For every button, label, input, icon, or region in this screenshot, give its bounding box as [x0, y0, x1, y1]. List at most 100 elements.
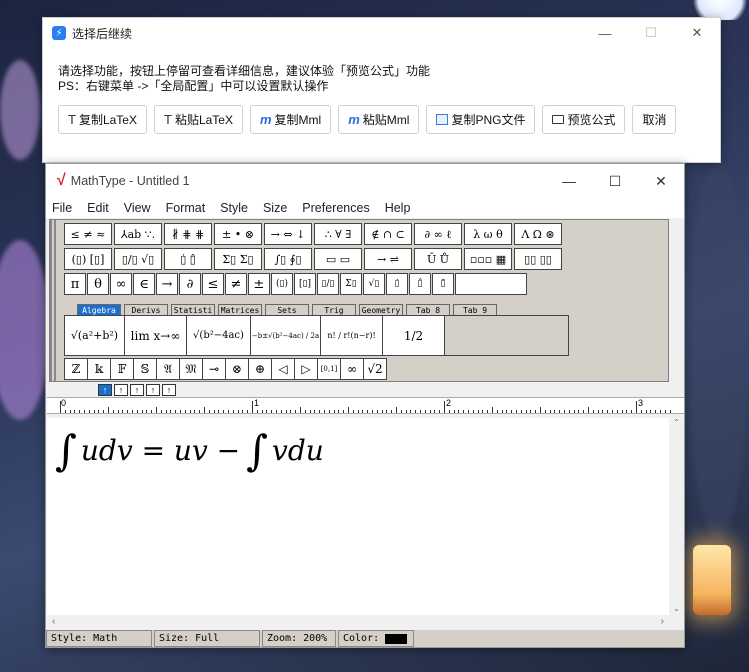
menu-style[interactable]: Style [220, 201, 248, 215]
multimap-symbol-button[interactable]: ⊸ [202, 358, 226, 380]
close-icon[interactable]: ✕ [674, 18, 720, 48]
superscript-template-button[interactable]: ▯̇ [386, 273, 408, 295]
sqrt-template-button[interactable]: √▯ [363, 273, 385, 295]
blackboard-f-symbol-button[interactable]: 𝔽 [110, 358, 134, 380]
summations-palette[interactable]: Σ▯ Σ▯ [214, 248, 262, 270]
copy-png-button[interactable]: 复制PNG文件 [426, 105, 536, 134]
tab-arrow-up-icon[interactable]: ↑ [130, 384, 144, 396]
paste-latex-button[interactable]: T 粘贴LaTeX [153, 105, 243, 134]
equation-content[interactable]: ∫ udv = uv − ∫ vdu [55, 426, 324, 475]
interval-symbol-button[interactable]: [0,1] [317, 358, 341, 380]
infinity-symbol-button[interactable]: ∞ [110, 273, 132, 295]
cancel-button[interactable]: 取消 [632, 105, 677, 134]
scripts-palette[interactable]: ▯̇ ▯̂ [164, 248, 212, 270]
template-quadratic-formula[interactable]: −b±√(b²−4ac) / 2a [251, 316, 321, 355]
embellishments-palette[interactable]: ∦ ⋕ ⋕ [164, 223, 212, 245]
fraktur-a-symbol-button[interactable]: 𝔄 [156, 358, 180, 380]
paste-mml-button[interactable]: m 粘贴Mml [338, 105, 420, 134]
fractions-radicals-palette[interactable]: ▯/▯ √▯ [114, 248, 162, 270]
left-triangle-symbol-button[interactable]: ◁ [271, 358, 295, 380]
maximize-icon[interactable]: ☐ [592, 164, 638, 198]
copy-mml-button[interactable]: m 复制Mml [249, 105, 332, 134]
scroll-down-icon[interactable]: ⌄ [669, 604, 684, 613]
equation-editor[interactable]: ∫ udv = uv − ∫ vdu [47, 418, 670, 615]
tab-arrow-up-icon[interactable]: ↑ [114, 384, 128, 396]
tab-arrow-up-icon[interactable]: ↑ [146, 384, 160, 396]
scroll-left-icon[interactable]: ‹ [52, 616, 55, 627]
ruler-tick [324, 410, 325, 413]
template-discriminant[interactable]: √(b²−4ac) [187, 316, 251, 355]
scroll-up-icon[interactable]: ⌃ [669, 418, 684, 427]
menu-format[interactable]: Format [166, 201, 206, 215]
set-theory-palette[interactable]: ∉ ∩ ⊂ [364, 223, 412, 245]
spaces-palette[interactable]: ⅄ab ∵. [114, 223, 162, 245]
right-arrow-symbol-button[interactable]: → [156, 273, 178, 295]
template-half[interactable]: 1/2 [383, 316, 445, 355]
tab-arrow-up-icon[interactable]: ↑ [162, 384, 176, 396]
misc-symbols-palette[interactable]: ∂ ∞ ℓ [414, 223, 462, 245]
sum-template-button[interactable]: Σ▯ [340, 273, 362, 295]
theta-symbol-button[interactable]: θ [87, 273, 109, 295]
sqrt2-symbol-button[interactable]: √2 [363, 358, 387, 380]
infinity-symbol-button[interactable]: ∞ [340, 358, 364, 380]
blackboard-k-symbol-button[interactable]: 𝕜 [87, 358, 111, 380]
leq-symbol-button[interactable]: ≤ [202, 273, 224, 295]
labeled-arrows-palette[interactable]: → ⇌ [364, 248, 412, 270]
ruler-tick [482, 410, 484, 413]
integrals-palette[interactable]: ∫▯ ∮▯ [264, 248, 312, 270]
ruler-tick [405, 410, 407, 413]
vertical-scrollbar[interactable]: ⌃ ⌄ [669, 418, 684, 615]
tab-arrow-up-icon[interactable]: ↑ [98, 384, 112, 396]
template-area: √(a²+b²) lim x→∞ √(b²−4ac) −b±√(b²−4ac) … [64, 315, 569, 356]
greek-lower-palette[interactable]: λ ω θ [464, 223, 512, 245]
arrows-palette[interactable]: → ⇔ ↓ [264, 223, 312, 245]
horizontal-scrollbar[interactable]: ‹ › [47, 615, 669, 630]
ruler-tick [204, 407, 205, 413]
pi-symbol-button[interactable]: π [64, 273, 86, 295]
choose-action-dialog: ⚡ 选择后继续 — ☐ ✕ 请选择功能，按钮上停留可查看详细信息，建议体验「预览… [42, 17, 721, 163]
close-icon[interactable]: ✕ [638, 164, 684, 198]
greek-upper-palette[interactable]: Λ Ω ⊛ [514, 223, 562, 245]
ruler-tick [372, 410, 373, 413]
matrices-palette[interactable]: ▫▫▫ ▦ [464, 248, 512, 270]
palette-drag-handle[interactable] [50, 220, 58, 381]
oplus-symbol-button[interactable]: ⊕ [248, 358, 272, 380]
menu-view[interactable]: View [124, 201, 151, 215]
right-triangle-symbol-button[interactable]: ▷ [294, 358, 318, 380]
relations-palette[interactable]: ≤ ≠ ≈ [64, 223, 112, 245]
preview-formula-button[interactable]: 预览公式 [542, 105, 626, 134]
menu-help[interactable]: Help [385, 201, 411, 215]
integers-symbol-button[interactable]: ℤ [64, 358, 88, 380]
element-of-symbol-button[interactable]: ∈ [133, 273, 155, 295]
neq-symbol-button[interactable]: ≠ [225, 273, 247, 295]
operators-palette[interactable]: ± • ⊗ [214, 223, 262, 245]
overbar-template-button[interactable]: ▯̄ [432, 273, 454, 295]
brackets-template-button[interactable]: [▯] [294, 273, 316, 295]
menu-size[interactable]: Size [263, 201, 287, 215]
products-palette[interactable]: Ū Ů [414, 248, 462, 270]
menu-file[interactable]: File [52, 201, 72, 215]
fraktur-m-symbol-button[interactable]: 𝔐 [179, 358, 203, 380]
parens-template-button[interactable]: (▯) [271, 273, 293, 295]
scroll-right-icon[interactable]: › [661, 616, 664, 627]
fences-palette[interactable]: (▯) [▯] [64, 248, 112, 270]
subscript-template-button[interactable]: ▯̂ [409, 273, 431, 295]
menu-edit[interactable]: Edit [87, 201, 109, 215]
menu-preferences[interactable]: Preferences [302, 201, 369, 215]
plus-minus-symbol-button[interactable]: ± [248, 273, 270, 295]
template-combination[interactable]: n! / r!(n−r)! [321, 316, 383, 355]
minimize-icon[interactable]: — [582, 18, 628, 48]
otimes-symbol-button[interactable]: ⊗ [225, 358, 249, 380]
logic-palette[interactable]: ∴ ∀ ∃ [314, 223, 362, 245]
template-hypotenuse[interactable]: √(a²+b²) [65, 316, 125, 355]
fraction-template-button[interactable]: ▯/▯ [317, 273, 339, 295]
bars-palette[interactable]: ▭ ▭ [314, 248, 362, 270]
minimize-icon[interactable]: — [546, 164, 592, 198]
template-limit[interactable]: lim x→∞ [125, 316, 187, 355]
blackboard-s-symbol-button[interactable]: 𝕊 [133, 358, 157, 380]
partial-symbol-button[interactable]: ∂ [179, 273, 201, 295]
maximize-icon[interactable]: ☐ [628, 18, 674, 48]
copy-latex-button[interactable]: T 复制LaTeX [58, 105, 147, 134]
boxes-palette[interactable]: ▯▯ ▯▯ [514, 248, 562, 270]
ruler-tick [468, 410, 469, 413]
